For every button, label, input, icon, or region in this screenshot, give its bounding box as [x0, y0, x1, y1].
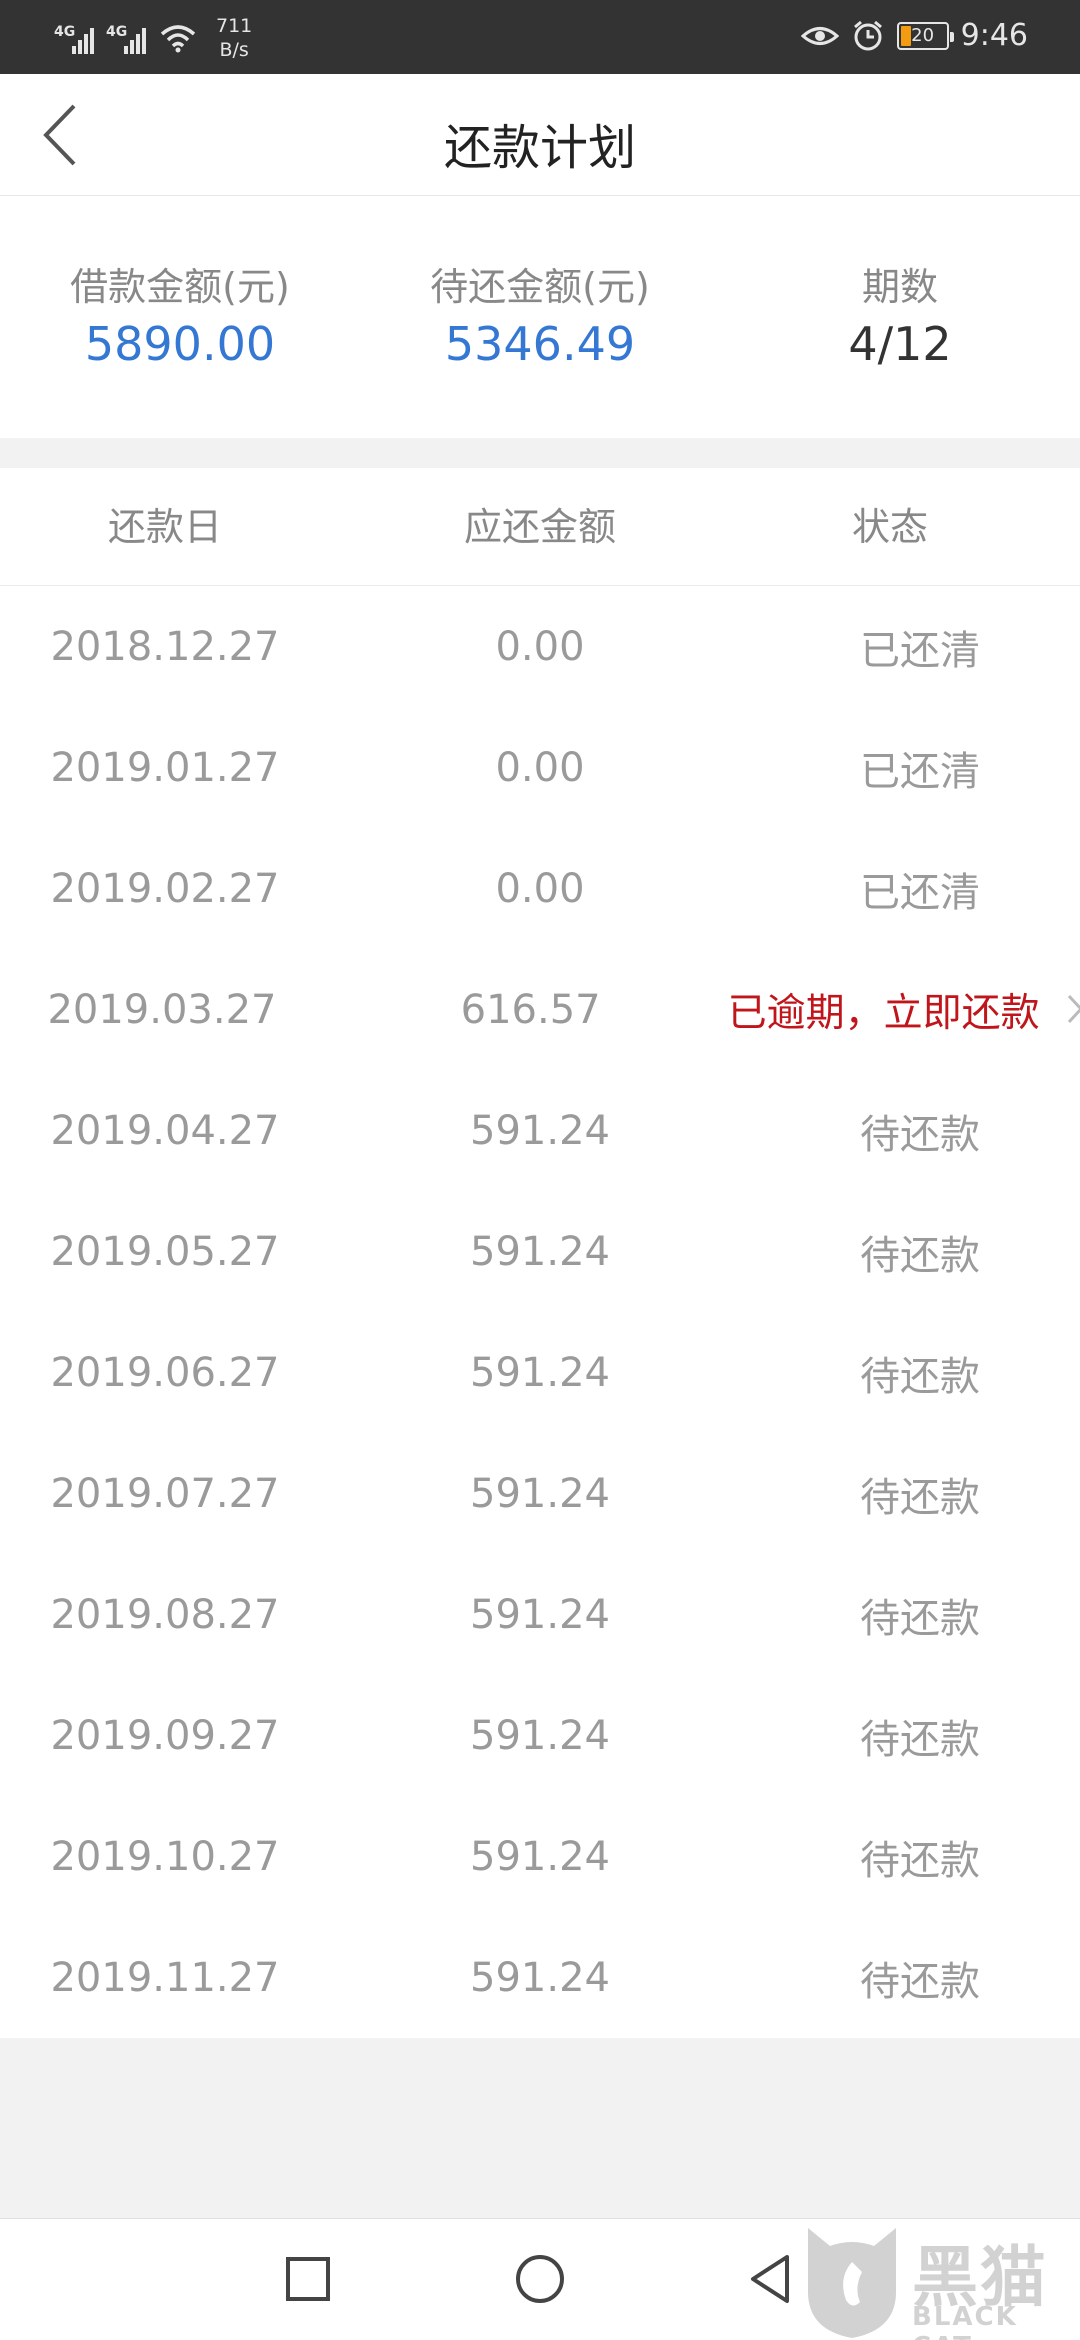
loan-summary: 借款金额(元) 5890.00 待还金额(元) 5346.49 期数 4/12 [0, 196, 1080, 438]
table-row: 2019.11.27 591.24 待还款 [0, 1917, 1080, 2038]
repayment-date: 2019.09.27 [50, 1712, 280, 1759]
repayment-date: 2019.06.27 [50, 1349, 280, 1396]
summary-value: 5890.00 [84, 317, 276, 371]
repayment-date: 2018.12.27 [50, 623, 280, 670]
network-speed: 711 B/s [216, 14, 252, 62]
repayment-status: 待还款 [860, 1111, 980, 1158]
page-title: 还款计划 [443, 120, 636, 176]
repayment-amount: 591.24 [470, 1591, 610, 1638]
repayment-amount: 616.57 [460, 986, 601, 1033]
chevron-right-icon [1067, 994, 1080, 1024]
table-row: 2019.06.27 591.24 待还款 [0, 1312, 1080, 1433]
battery-level-fill [900, 25, 911, 46]
status-bar-right: 20 9:46 [800, 18, 1028, 53]
table-row: 2019.09.27 591.24 待还款 [0, 1675, 1080, 1796]
recents-button[interactable] [278, 2249, 338, 2309]
summary-value: 4/12 [848, 317, 952, 371]
signal-network-label: 4G [106, 24, 128, 40]
repayment-date: 2019.11.27 [50, 1954, 280, 2001]
table-row: 2019.07.27 591.24 待还款 [0, 1433, 1080, 1554]
table-row: 2019.10.27 591.24 待还款 [0, 1796, 1080, 1917]
repayment-status[interactable]: 已逾期，立即还款 [687, 982, 1080, 1038]
repayment-status: 待还款 [860, 1595, 980, 1642]
summary-loan-amount: 借款金额(元) 5890.00 [0, 196, 360, 438]
wifi-icon [160, 25, 196, 53]
battery-icon: 20 [896, 21, 954, 50]
home-button[interactable] [510, 2249, 570, 2309]
table-body: 2018.12.27 0.00 已还清 2019.01.27 0.00 已还清 2019.0… [0, 586, 1080, 2038]
repayment-status: 已还清 [860, 748, 980, 795]
repayment-amount: 591.24 [470, 1833, 610, 1880]
summary-label: 借款金额(元) [70, 265, 290, 309]
repayment-amount: 591.24 [470, 1470, 610, 1517]
repayment-amount: 0.00 [495, 865, 585, 912]
summary-value: 5346.49 [444, 317, 636, 371]
battery-level: 20 [911, 24, 935, 46]
clock: 9:46 [960, 18, 1028, 53]
repayment-amount: 0.00 [495, 623, 585, 670]
repayment-date: 2019.04.27 [50, 1107, 280, 1154]
recents-square-icon [286, 2257, 330, 2301]
repayment-status: 已还清 [860, 869, 980, 916]
signal-network-label: 4G [54, 24, 76, 40]
table-row: 2018.12.27 0.00 已还清 [0, 586, 1080, 707]
summary-label: 待还金额(元) [430, 265, 650, 309]
repayment-date: 2019.08.27 [50, 1591, 280, 1638]
repayment-date: 2019.02.27 [50, 865, 280, 912]
repayment-status: 待还款 [860, 1232, 980, 1279]
back-triangle-icon [751, 2255, 789, 2303]
summary-remaining-amount: 待还金额(元) 5346.49 [360, 196, 720, 438]
table-row: 2019.01.27 0.00 已还清 [0, 707, 1080, 828]
summary-installments: 期数 4/12 [720, 196, 1080, 438]
table-row: 2019.04.27 591.24 待还款 [0, 1070, 1080, 1191]
column-header-amount: 应还金额 [463, 505, 616, 549]
summary-label: 期数 [861, 265, 938, 309]
repayment-date: 2019.05.27 [50, 1228, 280, 1275]
table-row: 2019.02.27 0.00 已还清 [0, 828, 1080, 949]
table-row: 2019.08.27 591.24 待还款 [0, 1554, 1080, 1675]
repayment-date: 2019.01.27 [50, 744, 280, 791]
repayment-table: 还款日 应还金额 状态 2018.12.27 0.00 已还清 2019.01.27 0… [0, 468, 1080, 2038]
nav-back-button[interactable] [740, 2249, 800, 2309]
eye-icon [800, 26, 839, 45]
signal-icon: 4G [54, 22, 94, 54]
repayment-status: 待还款 [860, 1353, 980, 1400]
repayment-date: 2019.10.27 [50, 1833, 280, 1880]
signal-icon: 4G [106, 22, 146, 54]
repayment-status: 已还清 [860, 627, 980, 674]
table-header: 还款日 应还金额 状态 [0, 468, 1080, 586]
column-header-status: 状态 [851, 505, 928, 549]
repayment-date: 2019.03.27 [47, 986, 277, 1033]
repayment-status: 待还款 [860, 1716, 980, 1763]
network-speed-value: 711 [216, 15, 253, 37]
repayment-amount: 591.24 [470, 1228, 610, 1275]
repayment-amount: 591.24 [470, 1349, 610, 1396]
table-row: 2019.05.27 591.24 待还款 [0, 1191, 1080, 1312]
repayment-amount: 0.00 [495, 744, 585, 791]
repayment-status: 待还款 [860, 1837, 980, 1884]
home-circle-icon [516, 2255, 564, 2303]
network-speed-unit: B/s [219, 39, 249, 61]
repayment-amount: 591.24 [470, 1712, 610, 1759]
column-header-date: 还款日 [107, 505, 222, 549]
repayment-status: 待还款 [860, 1474, 980, 1521]
table-row[interactable]: 2019.03.27 616.57 已逾期，立即还款 [0, 949, 1080, 1070]
repayment-amount: 591.24 [470, 1954, 610, 2001]
status-bar-left: 4G 4G 711 B/s [54, 14, 252, 62]
header: 还款计划 [0, 74, 1080, 196]
alarm-icon [853, 20, 882, 50]
repayment-amount: 591.24 [470, 1107, 610, 1154]
repayment-date: 2019.07.27 [50, 1470, 280, 1517]
status-bar: 4G 4G 711 B/s 20 9:46 [0, 0, 1080, 74]
repayment-status: 待还款 [860, 1958, 980, 2005]
system-nav-bar [0, 2218, 1080, 2340]
